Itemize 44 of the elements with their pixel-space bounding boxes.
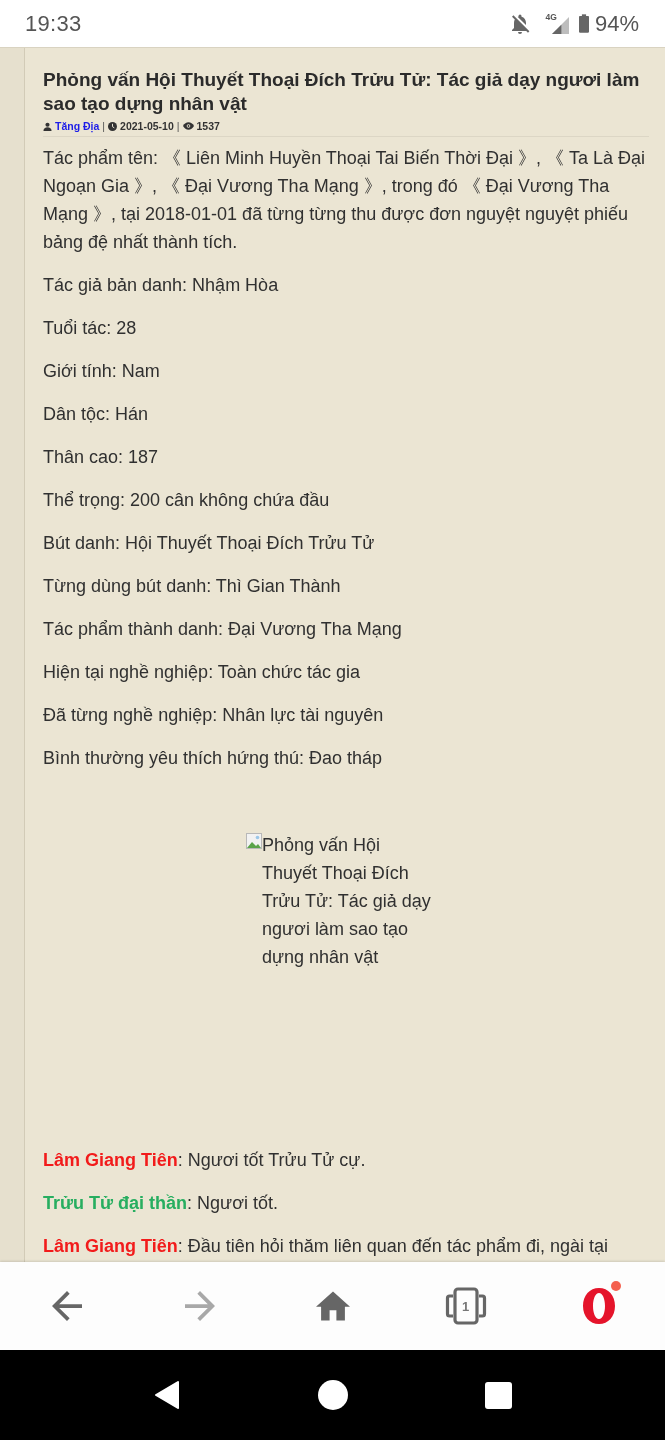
profile-fact: Thân cao: 187 [43, 446, 160, 469]
profile-fact: Dân tộc: Hán [43, 403, 150, 426]
profile-fact: Từng dùng bút danh: Thì Gian Thành [43, 575, 342, 598]
battery-icon [578, 13, 589, 34]
forward-arrow-icon [184, 1291, 215, 1321]
intro-paragraph: Tác phẩm tên: 《 Liên Minh Huyền Thoại Tai Biến Thời Đại 》, 《 Ta Là Đại Ngoạn Gia 》, 《 Đại Vương Tha Mạng 》, trong đó 《 Đại Vương Tha Mạng 》, tại 2018-01-01 đã từng từng thu được đơn nguyệt nguyệt phiếu bảng đệ nhất thành tích. [43, 147, 647, 254]
profile-fact: Tác phẩm thành danh: Đại Vương Tha Mạng [43, 618, 403, 641]
square-recents-icon [485, 1381, 512, 1409]
opera-logo-icon [581, 1287, 616, 1325]
meta-separator: | [176, 120, 180, 132]
view-count: 1537 [196, 120, 220, 132]
speaker-name: Lâm Giang Tiên [43, 1236, 178, 1256]
circle-home-icon [317, 1380, 348, 1410]
home-icon [315, 1291, 350, 1321]
author-link[interactable]: Tăng Địa [55, 120, 100, 132]
profile-fact: Bút danh: Hội Thuyết Thoại Đích Trửu Tử [43, 532, 376, 555]
network-type-label: 4G [545, 12, 557, 22]
profile-fact: Thể trọng: 200 cân không chứa đầu [43, 489, 331, 512]
meta-separator: | [102, 120, 106, 132]
broken-image-icon [246, 833, 262, 849]
dialogue-text: : Ngươi tốt Trửu Tử cự. [177, 1150, 366, 1170]
tabs-button[interactable]: 1 [433, 1278, 498, 1334]
profile-fact: Tuổi tác: 28 [43, 317, 138, 340]
profile-fact: Đã từng nghề nghiệp: Nhân lực tài nguyên [43, 704, 385, 727]
profile-fact: Tác giả bản danh: Nhậm Hòa [43, 274, 280, 297]
back-arrow-icon [51, 1291, 82, 1321]
profile-fact: Hiện tại nghề nghiệp: Toàn chức tác gia [43, 661, 361, 684]
person-icon [43, 121, 52, 131]
eye-icon [182, 122, 194, 130]
notifications-off-icon [509, 13, 530, 34]
clock-time: 19:33 [25, 10, 82, 37]
dialogue-text: : Ngươi tốt. [187, 1193, 278, 1213]
profile-fact: Giới tính: Nam [43, 360, 161, 383]
dialogue-text: : Đầu tiên hỏi thăm liên quan đến tác phẩm đi, ngài tại [177, 1236, 608, 1256]
speaker-name: Lâm Giang Tiên [43, 1150, 178, 1170]
speaker-name: Trửu Tử đại thần [43, 1193, 188, 1213]
tabs-icon [443, 1287, 488, 1325]
image-alt-text: Phỏng vấn Hội Thuyết Thoại Đích Trửu Tử: Tác giả dạy ngươi làm sao tạo dựng nhân vật [262, 834, 432, 969]
battery-percentage: 94% [594, 10, 639, 37]
clock-icon [108, 121, 118, 131]
triangle-back-icon [153, 1380, 180, 1410]
article-title: Phỏng vấn Hội Thuyết Thoại Đích Trửu Tử: Tác giả dạy ngươi làm sao tạo dựng nhân vật [43, 68, 641, 116]
profile-fact: Bình thường yêu thích hứng thú: Đao tháp [43, 747, 384, 770]
publish-date: 2021-05-10 [120, 120, 174, 132]
